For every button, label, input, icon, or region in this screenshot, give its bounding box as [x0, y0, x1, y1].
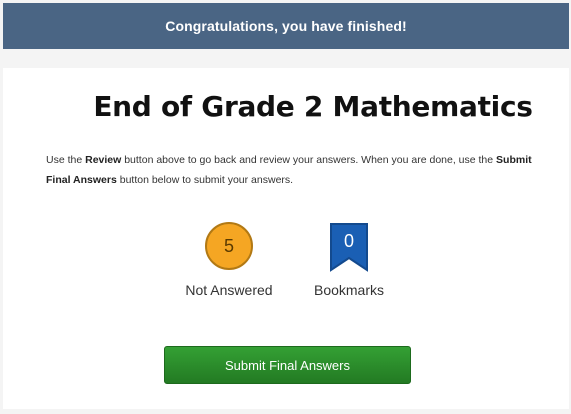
- instructions-review-word: Review: [85, 154, 122, 166]
- test-title: End of Grade 2 Mathematics: [93, 90, 533, 123]
- submit-final-answers-button[interactable]: Submit Final Answers: [164, 346, 411, 384]
- bookmarks-stat[interactable]: 0 Bookmarks: [289, 222, 409, 298]
- not-answered-label: Not Answered: [185, 282, 273, 298]
- not-answered-count: 5: [223, 235, 234, 256]
- instructions-part2: button above to go back and review your …: [121, 154, 497, 166]
- instructions-text: Use the Review button above to go back a…: [46, 150, 546, 190]
- bookmarks-count: 0: [343, 231, 354, 251]
- bookmarks-label: Bookmarks: [313, 282, 385, 298]
- not-answered-stat[interactable]: 5 Not Answered: [169, 222, 289, 298]
- completion-banner: Congratulations, you have finished!: [3, 3, 569, 49]
- bookmark-icon[interactable]: 0: [329, 222, 369, 272]
- summary-card: End of Grade 2 Mathematics Use the Revie…: [3, 68, 569, 409]
- instructions-part3: button below to submit your answers.: [116, 174, 294, 186]
- completion-screen: Congratulations, you have finished! End …: [0, 0, 571, 414]
- not-answered-count-circle[interactable]: 5: [205, 222, 253, 270]
- banner-text: Congratulations, you have finished!: [165, 18, 407, 34]
- instructions-part1: Use the: [46, 154, 86, 166]
